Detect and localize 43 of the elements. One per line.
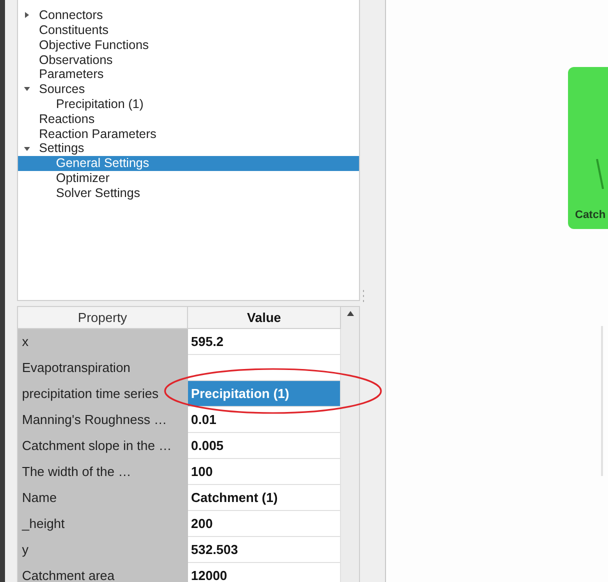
property-cell: Catchment area (18, 563, 188, 582)
splitter-handle-icon[interactable] (362, 290, 365, 302)
tree-item[interactable]: Solver Settings (18, 186, 359, 200)
expanded-arrow-icon[interactable] (24, 86, 30, 92)
tree-item[interactable]: Reactions (18, 112, 359, 126)
tree-item[interactable]: Precipitation (1) (18, 96, 359, 112)
property-cell: Catchment slope in the … (18, 433, 188, 459)
value-cell[interactable]: Precipitation (1) (188, 381, 342, 407)
tree-item[interactable]: Parameters (18, 67, 359, 82)
tree-item[interactable]: Observations (18, 52, 359, 68)
tree-item[interactable]: Reaction Parameters (18, 126, 359, 142)
property-cell: The width of the … (18, 459, 188, 485)
value-cell[interactable] (188, 355, 342, 381)
property-cell: _height (18, 511, 188, 537)
property-cell: Manning's Roughness … (18, 407, 188, 433)
stroke-drawing (596, 159, 604, 189)
collapsed-arrow-icon[interactable] (24, 12, 30, 18)
property-cell: Name (18, 485, 188, 511)
value-cell[interactable]: Catchment (1) (188, 485, 342, 511)
scrollbar[interactable] (341, 307, 359, 582)
column-header[interactable]: Value (188, 307, 342, 329)
value-cell[interactable]: 200 (188, 511, 342, 537)
tree-item[interactable]: Optimizer (18, 170, 359, 186)
tree-item[interactable]: General Settings (18, 156, 359, 171)
property-cell: x (18, 329, 188, 355)
value-cell[interactable]: 0.01 (188, 407, 342, 433)
tree-item[interactable]: Sources (18, 82, 359, 97)
tree-item[interactable]: Constituents (18, 22, 359, 38)
node-label: Catch (575, 208, 607, 222)
value-cell[interactable]: 100 (188, 459, 342, 485)
scroll-up-icon[interactable] (346, 311, 354, 316)
value-cell[interactable]: 0.005 (188, 433, 342, 459)
tree-item[interactable]: Settings (18, 141, 359, 156)
property-cell: Evapotranspiration (18, 355, 188, 381)
value-cell[interactable]: 595.2 (188, 329, 342, 355)
column-header[interactable]: Property (18, 307, 188, 329)
tree-item[interactable]: Objective Functions (18, 38, 359, 52)
property-cell: precipitation time series (18, 381, 188, 407)
tree-item[interactable]: Connectors (18, 8, 359, 23)
expanded-arrow-icon[interactable] (24, 146, 30, 152)
property-cell: y (18, 537, 188, 563)
catchment-node[interactable]: Catch (568, 67, 608, 229)
value-cell[interactable]: 532.503 (188, 537, 342, 563)
